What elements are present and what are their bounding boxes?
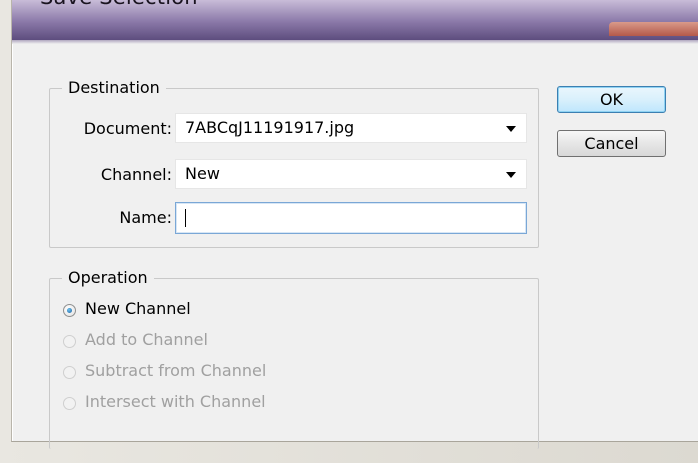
channel-select[interactable]: New: [175, 159, 527, 189]
save-selection-dialog: Save Selection Destination Document: 7AB…: [11, 0, 698, 449]
channel-label: Channel:: [100, 165, 172, 184]
channel-select-value: New: [185, 164, 220, 183]
radio-icon: [63, 397, 76, 410]
document-label: Document:: [83, 119, 172, 138]
ok-button[interactable]: OK: [557, 86, 666, 113]
radio-label: Subtract from Channel: [85, 361, 267, 380]
name-input[interactable]: [175, 202, 527, 234]
chevron-down-icon[interactable]: [506, 172, 516, 178]
radio-icon: [63, 366, 76, 379]
text-cursor: [185, 209, 186, 227]
radio-label: Add to Channel: [85, 330, 208, 349]
chevron-down-icon[interactable]: [506, 126, 516, 132]
title-bar-shadow: [12, 40, 698, 44]
radio-icon: [63, 335, 76, 348]
name-label: Name:: [119, 208, 172, 227]
radio-selected-icon[interactable]: [63, 304, 76, 317]
title-bar[interactable]: Save Selection: [12, 0, 698, 40]
destination-legend: Destination: [62, 78, 166, 97]
operation-legend: Operation: [62, 268, 154, 287]
close-icon[interactable]: [609, 22, 698, 36]
radio-label: New Channel: [85, 299, 191, 318]
document-select-value: 7ABCqJ11191917.jpg: [185, 118, 355, 137]
document-select[interactable]: 7ABCqJ11191917.jpg: [175, 113, 527, 143]
cancel-button[interactable]: Cancel: [557, 130, 666, 157]
radio-label: Intersect with Channel: [85, 392, 266, 411]
window-title: Save Selection: [40, 0, 198, 9]
